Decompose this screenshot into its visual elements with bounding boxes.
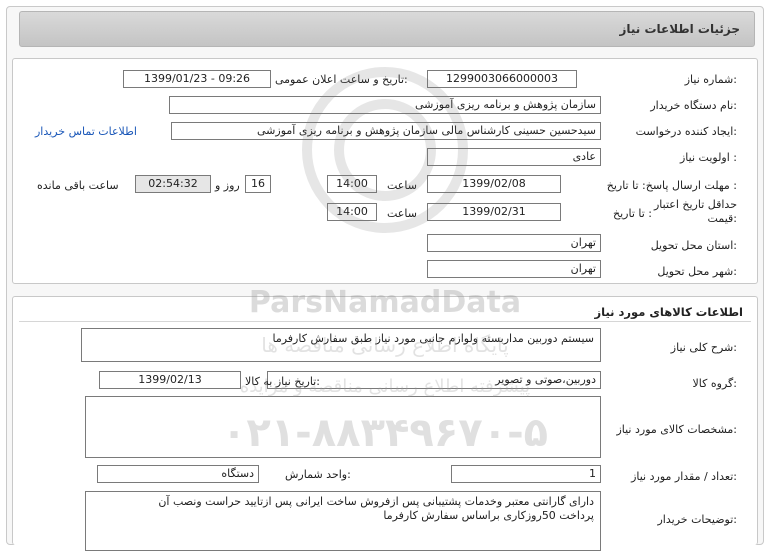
announce-label: تاریخ و ساعت اعلان عمومی: (275, 73, 408, 86)
days-and-label: روز و (215, 179, 240, 192)
specs-field (85, 396, 601, 458)
buyer-org-field: سازمان پژوهش و برنامه ریزی آموزشی (169, 96, 601, 114)
need-number-label: شماره نیاز: (684, 73, 737, 86)
buyer-notes-label: توضیحات خریدار: (657, 513, 738, 526)
city-field: تهران (427, 260, 601, 278)
page-title: جزئیات اطلاعات نیاز (619, 22, 740, 36)
reply-time-field: 14:00 (327, 175, 377, 193)
priority-label: اولویت نیاز : (679, 151, 737, 164)
buyer-notes-line-2: پرداخت 50روزکاری براساس سفارش کارفرما (383, 509, 594, 522)
reply-deadline-label: مهلت ارسال پاسخ: تا تاریخ : (606, 179, 737, 192)
announce-datetime-field: 1399/01/23 - 09:26 (123, 70, 271, 88)
need-info-panel: شماره نیاز: 1299003066000003 تاریخ و ساع… (12, 58, 758, 284)
buyer-notes-line-1: دارای گارانتی معتبر وخدمات پشتیبانی پس ا… (158, 495, 594, 508)
reply-time-label: ساعت (387, 179, 417, 192)
validity-time-field: 14:00 (327, 203, 377, 221)
province-label: استان محل تحویل: (650, 239, 737, 252)
general-desc-field: سیستم دوربین مداربسته ولوازم جانبی مورد … (81, 328, 601, 362)
unit-label: واحد شمارش: (285, 468, 351, 481)
buyer-notes-field: دارای گارانتی معتبر وخدمات پشتیبانی پس ا… (85, 491, 601, 551)
remaining-label: ساعت باقی مانده (37, 179, 119, 192)
qty-field: 1 (451, 465, 601, 483)
requester-field: سیدحسین حسینی کارشناس مالی سازمان پژوهش … (171, 122, 601, 140)
city-label: شهر محل تحویل: (657, 265, 737, 278)
days-remaining-field: 16 (245, 175, 271, 193)
buyer-org-label: نام دستگاه خریدار: (650, 99, 737, 112)
header-bar: جزئیات اطلاعات نیاز (19, 11, 755, 47)
validity-time-label: ساعت (387, 207, 417, 220)
qty-label: تعداد / مقدار مورد نیاز: (631, 470, 737, 483)
validity-label-line1: حداقل تاریخ اعتبار (653, 198, 737, 211)
need-date-field: 1399/02/13 (99, 371, 241, 389)
specs-label: مشخصات کالای مورد نیاز: (616, 423, 737, 436)
goods-section-title: اطلاعات کالاهای مورد نیاز (594, 305, 743, 319)
priority-field: عادی (427, 148, 601, 166)
remaining-time-field: 02:54:32 (135, 175, 211, 193)
need-number-field: 1299003066000003 (427, 70, 577, 88)
goods-group-label: گروه کالا: (692, 377, 737, 390)
province-field: تهران (427, 234, 601, 252)
unit-field: دستگاه (97, 465, 259, 483)
section-divider (19, 321, 751, 322)
goods-panel: اطلاعات کالاهای مورد نیاز شرح کلی نیاز: … (12, 296, 758, 551)
reply-date-field: 1399/02/08 (427, 175, 561, 193)
validity-date-field: 1399/02/31 (427, 203, 561, 221)
requester-label: ایجاد کننده درخواست: (635, 125, 737, 138)
validity-label-line2: قیمت: (707, 212, 737, 225)
general-desc-label: شرح کلی نیاز: (670, 341, 737, 354)
validity-to-label: تا تاریخ : (613, 207, 652, 220)
need-date-label: تاریخ نیاز به کالا: (245, 375, 320, 388)
buyer-contact-link[interactable]: اطلاعات تماس خریدار (35, 125, 137, 138)
